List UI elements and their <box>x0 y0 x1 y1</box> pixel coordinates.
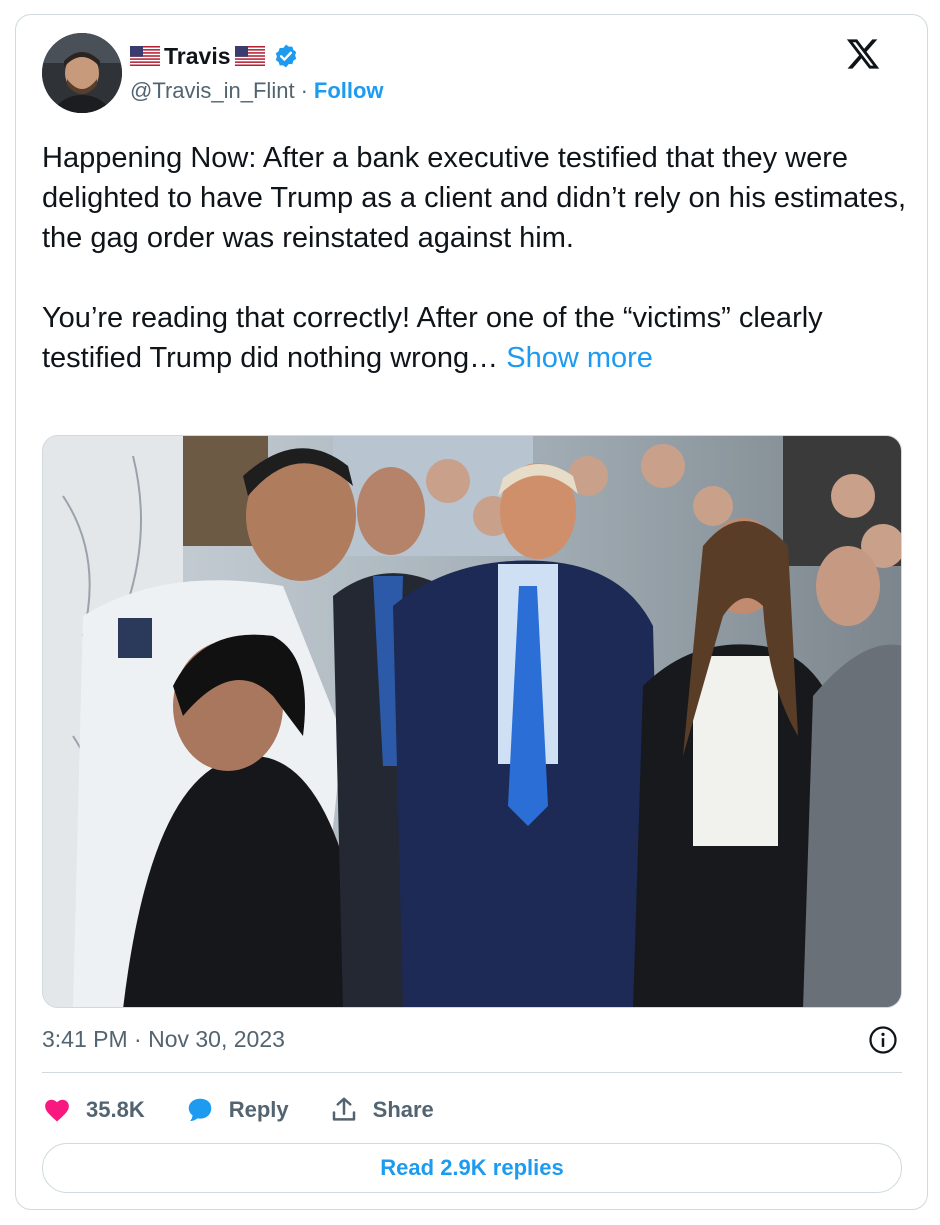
author-avatar[interactable] <box>42 33 122 113</box>
share-icon <box>332 1097 355 1121</box>
author-handle[interactable]: @Travis_in_Flint <box>130 78 295 104</box>
handle-separator: · <box>300 78 308 103</box>
like-button[interactable]: 35.8K <box>42 1095 145 1125</box>
follow-button[interactable]: Follow <box>314 78 384 104</box>
author-display-name[interactable]: Travis <box>162 43 233 70</box>
share-label: Share <box>372 1097 434 1122</box>
info-icon[interactable] <box>868 1025 898 1055</box>
read-replies-button[interactable]: Read 2.9K replies <box>42 1143 902 1193</box>
tweet-paragraph: Happening Now: After a bank executive te… <box>42 142 907 254</box>
likes-count: 35.8K <box>86 1097 145 1122</box>
verified-badge-icon <box>275 44 296 68</box>
tweet-text: Happening Now: After a bank executive te… <box>42 138 912 378</box>
us-flag-icon <box>130 46 160 66</box>
heart-icon <box>45 1099 69 1122</box>
tweet-paragraph-text: You’re reading that correctly! After one… <box>42 302 823 374</box>
divider <box>42 1072 902 1073</box>
tweet-photo[interactable] <box>42 435 902 1008</box>
share-button[interactable]: Share <box>329 1095 434 1125</box>
tweet-timestamp[interactable]: 3:41 PM · Nov 30, 2023 <box>42 1026 285 1053</box>
tweet-actions: 35.8K Reply Share <box>42 1092 474 1128</box>
x-logo-icon[interactable] <box>844 36 882 72</box>
reply-label: Reply <box>228 1097 289 1122</box>
reply-button[interactable]: Reply <box>185 1095 289 1125</box>
author-name-row[interactable]: Travis <box>130 40 299 72</box>
author-handle-row: @Travis_in_Flint · Follow <box>130 78 384 104</box>
reply-bubble-icon <box>188 1098 211 1122</box>
tweet-paragraph: You’re reading that correctly! After one… <box>42 298 912 378</box>
show-more-link[interactable]: Show more <box>506 342 653 374</box>
us-flag-icon <box>234 46 265 66</box>
